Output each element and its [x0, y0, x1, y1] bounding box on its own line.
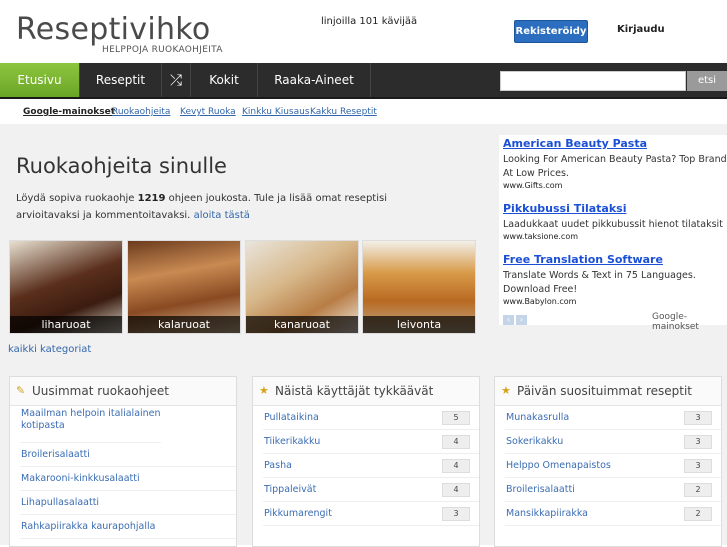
list-item[interactable]: Pullataikina 5	[263, 406, 479, 430]
online-visitors-text: linjoilla 101 kävijää	[321, 16, 418, 27]
list-item[interactable]: Rahkapiirakka kaurapohjalla	[20, 515, 236, 539]
like-count: 4	[442, 459, 470, 473]
category-tile-leivonta[interactable]: leivonta	[362, 240, 476, 334]
ad-link[interactable]: Kinkku Kiusaus	[242, 107, 310, 117]
ad-title[interactable]: Pikkubussi Tilataksi	[503, 202, 727, 215]
list-item[interactable]: Lihapullasalaatti	[20, 491, 236, 515]
list-item[interactable]: Mansikkapiirakka 2	[505, 502, 721, 526]
notepad-icon: ✎	[16, 384, 26, 397]
shuffle-icon[interactable]: ⤮	[162, 63, 191, 97]
recipe-name[interactable]: Broilerisalaatti	[506, 484, 575, 495]
google-ads-mark[interactable]: Google-mainokset	[652, 312, 727, 332]
nav-etusivu[interactable]: Etusivu	[0, 63, 80, 97]
recipe-name[interactable]: Sokerikakku	[506, 436, 563, 447]
ad-description: Looking For American Beauty Pasta? Top B…	[503, 154, 727, 179]
list-item[interactable]: Tippaleivät 4	[263, 478, 479, 502]
list-item[interactable]: Pasha 4	[263, 454, 479, 478]
intro-text: Löydä sopiva ruokaohje 1219 ohjeen jouko…	[16, 190, 416, 224]
ad-item[interactable]: Pikkubussi Tilataksi Laadukkaat uudet pi…	[503, 202, 727, 241]
intro-text-part: Löydä sopiva ruokaohje	[16, 193, 138, 204]
page-title: Ruokaohjeita sinulle	[16, 154, 227, 178]
like-count: 4	[442, 483, 470, 497]
next-arrow-icon[interactable]: ›	[516, 315, 527, 325]
list-item[interactable]: Maailman helpoin italialainen kotipasta	[20, 406, 161, 443]
category-label: leivonta	[363, 316, 475, 333]
ad-link[interactable]: Ruokaohjeita	[112, 107, 170, 117]
ad-links-bar: Google-mainokset Ruokaohjeita Kevyt Ruok…	[0, 103, 727, 123]
latest-recipes-panel: ✎ Uusimmat ruokaohjeet Maailman helpoin …	[9, 376, 237, 547]
all-categories-link[interactable]: kaikki kategoriat	[8, 344, 91, 355]
like-count: 3	[442, 507, 470, 521]
recipe-count: 1219	[137, 193, 166, 204]
recipe-name[interactable]: Pasha	[264, 460, 292, 471]
recipe-name[interactable]: Helppo Omenapaistos	[506, 460, 611, 471]
prev-arrow-icon[interactable]: ‹	[503, 315, 514, 325]
recipe-name[interactable]: Pikkumarengit	[264, 508, 332, 519]
popularity-count: 2	[684, 507, 712, 521]
star-icon: ★	[501, 384, 511, 397]
category-label: kanaruoat	[246, 316, 358, 333]
list-item[interactable]: Broilerisalaatti 2	[505, 478, 721, 502]
ad-description: Translate Words & Text in 75 Languages. …	[503, 270, 696, 295]
ad-url[interactable]: www.Babylon.com	[503, 297, 727, 306]
ad-item[interactable]: American Beauty Pasta Looking For Americ…	[503, 137, 727, 190]
star-icon: ★	[259, 384, 269, 397]
nav-raaka-aineet[interactable]: Raaka-Aineet	[258, 63, 371, 97]
ad-description: Laadukkaat uudet pikkubussit hienot tila…	[503, 219, 723, 230]
ad-item[interactable]: Free Translation Software Translate Word…	[503, 253, 727, 306]
google-ads-label: Google-mainokset	[23, 107, 115, 117]
panel-header: ★ Päivän suosituimmat reseptit	[495, 377, 721, 406]
ad-pager: ‹ ›	[503, 312, 529, 325]
ad-title[interactable]: Free Translation Software	[503, 253, 727, 266]
like-count: 5	[442, 411, 470, 425]
search-input[interactable]	[500, 71, 686, 91]
list-item[interactable]: Tiikerikakku 4	[263, 430, 479, 454]
nav-reseptit[interactable]: Reseptit	[80, 63, 162, 97]
recipe-name[interactable]: Pullataikina	[264, 412, 319, 423]
category-tile-kanaruoat[interactable]: kanaruoat	[245, 240, 359, 334]
site-logo[interactable]: Reseptivihko HELPPOJA RUOKAOHJEITA	[16, 12, 222, 55]
panel-title: Uusimmat ruokaohjeet	[32, 384, 169, 398]
ad-url[interactable]: www.taksione.com	[503, 232, 727, 241]
ad-url[interactable]: www.Gifts.com	[503, 181, 727, 190]
panel-title: Päivän suosituimmat reseptit	[517, 384, 692, 398]
category-label: liharuoat	[10, 316, 122, 333]
google-ads-box: American Beauty Pasta Looking For Americ…	[499, 135, 727, 325]
recipe-name[interactable]: Mansikkapiirakka	[506, 508, 588, 519]
nav-kokit[interactable]: Kokit	[191, 63, 258, 97]
ad-title[interactable]: American Beauty Pasta	[503, 137, 727, 150]
login-link[interactable]: Kirjaudu	[617, 24, 665, 35]
recipe-name[interactable]: Tiikerikakku	[264, 436, 320, 447]
search-button[interactable]: etsi	[687, 71, 727, 91]
list-item[interactable]: Makarooni-kinkkusalaatti	[20, 467, 236, 491]
popularity-count: 2	[684, 483, 712, 497]
panel-header: ★ Näistä käyttäjät tykkäävät	[253, 377, 479, 406]
list-item[interactable]: Munakasrulla 3	[505, 406, 721, 430]
list-item[interactable]: Helppo Omenapaistos 3	[505, 454, 721, 478]
popular-recipes-panel: ★ Päivän suosituimmat reseptit Munakasru…	[494, 376, 722, 547]
ad-link[interactable]: Kevyt Ruoka	[180, 107, 236, 117]
panel-title: Näistä käyttäjät tykkäävät	[275, 384, 434, 398]
popularity-count: 3	[684, 411, 712, 425]
popularity-count: 3	[684, 459, 712, 473]
category-tile-liharuoat[interactable]: liharuoat	[9, 240, 123, 334]
liked-recipes-panel: ★ Näistä käyttäjät tykkäävät Pullataikin…	[252, 376, 480, 547]
register-button[interactable]: Rekisteröidy	[514, 20, 588, 43]
logo-name: Reseptivihko	[16, 12, 211, 47]
recipe-name[interactable]: Tippaleivät	[264, 484, 316, 495]
list-item[interactable]: Sokerikakku 3	[505, 430, 721, 454]
category-tile-kalaruoat[interactable]: kalaruoat	[127, 240, 241, 334]
list-item[interactable]: Broilerisalaatti	[20, 443, 236, 467]
list-item[interactable]: Pikkumarengit 3	[263, 502, 479, 526]
panel-header: ✎ Uusimmat ruokaohjeet	[10, 377, 236, 406]
category-label: kalaruoat	[128, 316, 240, 333]
recipe-name[interactable]: Munakasrulla	[506, 412, 569, 423]
logo-tagline: HELPPOJA RUOKAOHJEITA	[102, 45, 223, 55]
like-count: 4	[442, 435, 470, 449]
ad-link[interactable]: Kakku Reseptit	[310, 107, 377, 117]
popularity-count: 3	[684, 435, 712, 449]
start-link[interactable]: aloita tästä	[194, 210, 250, 221]
